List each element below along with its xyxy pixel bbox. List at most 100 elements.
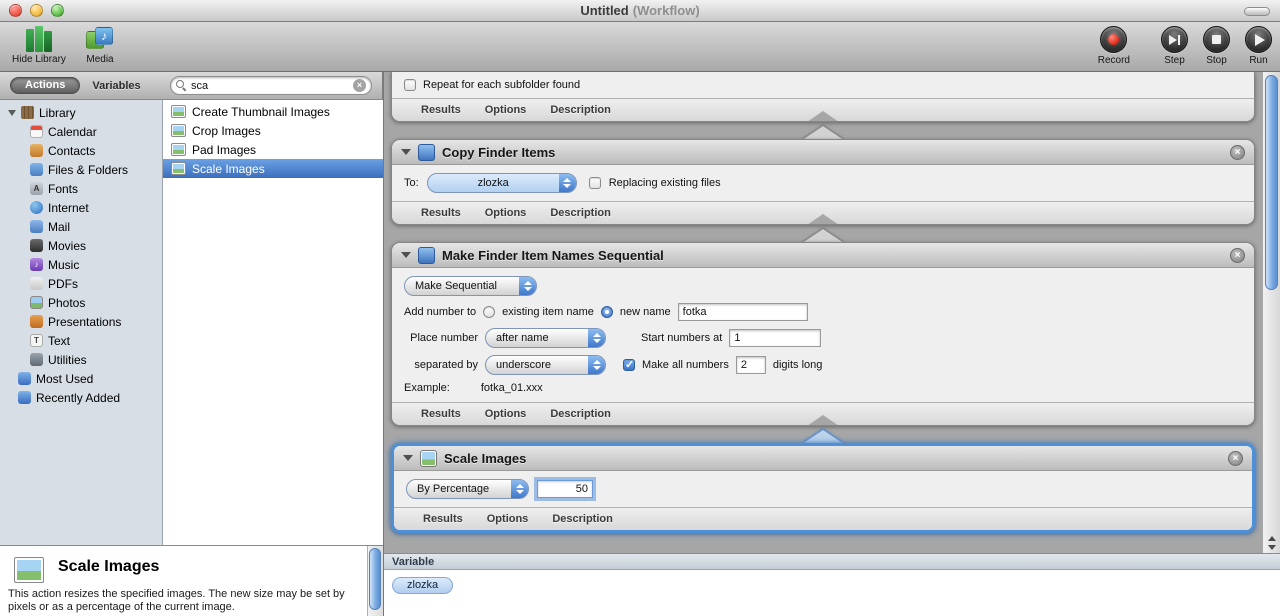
options-link[interactable]: Options bbox=[487, 513, 529, 525]
sidebar-item-mail[interactable]: Mail bbox=[0, 217, 162, 236]
utilities-icon bbox=[30, 353, 43, 366]
action-block-scale-images: Scale Images × By Percentage Results Opt… bbox=[391, 443, 1255, 533]
variable-pill-zlozka[interactable]: zlozka bbox=[392, 577, 454, 594]
description-link[interactable]: Description bbox=[550, 104, 611, 116]
text-icon: T bbox=[30, 334, 43, 347]
sidebar-item-most-used[interactable]: Most Used bbox=[0, 369, 162, 388]
separated-by-popup[interactable]: underscore bbox=[485, 355, 606, 375]
media-button[interactable]: ♪ Media bbox=[84, 26, 116, 65]
popup-arrows-icon bbox=[588, 356, 605, 374]
disclosure-triangle-icon[interactable] bbox=[401, 149, 411, 155]
sidebar-item-library[interactable]: Library bbox=[0, 103, 162, 122]
options-link[interactable]: Options bbox=[485, 408, 527, 420]
photo-action-icon bbox=[171, 143, 186, 156]
place-number-popup[interactable]: after name bbox=[485, 328, 606, 348]
calendar-icon bbox=[30, 125, 43, 138]
results-link[interactable]: Results bbox=[421, 207, 461, 219]
new-name-radio[interactable] bbox=[600, 306, 613, 318]
description-link[interactable]: Description bbox=[550, 408, 611, 420]
sidebar-item-music[interactable]: ♪ Music bbox=[0, 255, 162, 274]
photo-action-icon bbox=[171, 162, 186, 175]
sidebar-item-contacts[interactable]: Contacts bbox=[0, 141, 162, 160]
action-result-pad-images[interactable]: Pad Images bbox=[163, 140, 383, 159]
recently-added-icon bbox=[18, 391, 31, 404]
popup-arrows-icon bbox=[519, 277, 536, 295]
tab-actions[interactable]: Actions bbox=[10, 77, 81, 94]
popup-arrows-icon bbox=[511, 480, 528, 498]
remove-action-button[interactable]: × bbox=[1230, 144, 1245, 160]
connector-notch bbox=[807, 111, 839, 121]
window-title: Untitled (Workflow) bbox=[0, 0, 1280, 22]
disclosure-triangle-icon[interactable] bbox=[401, 252, 411, 258]
library-tab-bar: Actions Variables × bbox=[0, 72, 383, 100]
search-input[interactable] bbox=[191, 79, 349, 92]
record-button[interactable]: Record bbox=[1098, 26, 1130, 66]
library-books-icon bbox=[24, 26, 54, 52]
description-link[interactable]: Description bbox=[550, 207, 611, 219]
search-field[interactable]: × bbox=[170, 76, 372, 95]
sidebar-item-pdfs[interactable]: PDFs bbox=[0, 274, 162, 293]
sidebar-item-photos[interactable]: Photos bbox=[0, 293, 162, 312]
remove-action-button[interactable]: × bbox=[1230, 247, 1245, 263]
sidebar-item-internet[interactable]: Internet bbox=[0, 198, 162, 217]
step-button[interactable]: Step bbox=[1161, 26, 1188, 66]
results-link[interactable]: Results bbox=[421, 408, 461, 420]
options-link[interactable]: Options bbox=[485, 207, 527, 219]
clear-search-icon[interactable]: × bbox=[353, 79, 366, 92]
tab-variables[interactable]: Variables bbox=[92, 80, 140, 92]
window-title-suffix: (Workflow) bbox=[632, 3, 700, 18]
run-button[interactable]: Run bbox=[1245, 26, 1272, 66]
most-used-icon bbox=[18, 372, 31, 385]
run-icon bbox=[1245, 26, 1272, 53]
results-link[interactable]: Results bbox=[423, 513, 463, 525]
sidebar-item-utilities[interactable]: Utilities bbox=[0, 350, 162, 369]
sidebar-item-fonts[interactable]: A Fonts bbox=[0, 179, 162, 198]
description-link[interactable]: Description bbox=[552, 513, 613, 525]
scrollbar-thumb[interactable] bbox=[1265, 75, 1278, 290]
action-result-create-thumbnail-images[interactable]: Create Thumbnail Images bbox=[163, 102, 383, 121]
scale-mode-popup[interactable]: By Percentage bbox=[406, 479, 529, 499]
start-numbers-input[interactable] bbox=[729, 329, 822, 347]
new-name-input[interactable] bbox=[677, 303, 808, 321]
description-scrollbar[interactable] bbox=[367, 546, 383, 616]
action-result-scale-images[interactable]: Scale Images bbox=[163, 159, 383, 178]
existing-item-name-radio[interactable] bbox=[483, 306, 496, 318]
folder-icon bbox=[30, 163, 43, 176]
to-destination-popup[interactable]: zlozka bbox=[426, 173, 577, 193]
disclosure-triangle-icon[interactable] bbox=[403, 455, 413, 461]
sidebar-item-presentations[interactable]: Presentations bbox=[0, 312, 162, 331]
digits-long-input[interactable] bbox=[735, 356, 766, 374]
library-sidebar: Library Calendar Contacts Files & Folder… bbox=[0, 100, 163, 545]
hide-library-button[interactable]: Hide Library bbox=[12, 26, 66, 65]
sidebar-item-calendar[interactable]: Calendar bbox=[0, 122, 162, 141]
sidebar-item-recently-added[interactable]: Recently Added bbox=[0, 388, 162, 407]
scrollbar-arrows bbox=[1263, 536, 1280, 550]
scroll-down-icon[interactable] bbox=[1267, 545, 1276, 550]
toolbar-toggle-button[interactable] bbox=[1244, 7, 1270, 16]
library-icon bbox=[21, 106, 34, 119]
mail-icon bbox=[30, 220, 43, 233]
make-all-numbers-checkbox[interactable] bbox=[623, 358, 635, 371]
action-result-crop-images[interactable]: Crop Images bbox=[163, 121, 383, 140]
make-sequential-popup[interactable]: Make Sequential bbox=[404, 276, 537, 296]
stop-button[interactable]: Stop bbox=[1203, 26, 1230, 66]
action-description-panel: Scale Images This action resizes the spe… bbox=[0, 545, 383, 616]
scroll-up-icon[interactable] bbox=[1267, 536, 1276, 541]
replacing-existing-files-checkbox[interactable] bbox=[588, 177, 601, 189]
scale-percentage-input[interactable] bbox=[537, 480, 593, 498]
options-link[interactable]: Options bbox=[485, 104, 527, 116]
results-link[interactable]: Results bbox=[421, 104, 461, 116]
sidebar-item-text[interactable]: T Text bbox=[0, 331, 162, 350]
sidebar-item-files-folders[interactable]: Files & Folders bbox=[0, 160, 162, 179]
connector-notch bbox=[807, 214, 839, 224]
sequential-options: Make Sequential Add number to existing i… bbox=[392, 268, 1254, 402]
sidebar-item-movies[interactable]: Movies bbox=[0, 236, 162, 255]
popup-arrows-icon bbox=[588, 329, 605, 347]
remove-action-button[interactable]: × bbox=[1228, 450, 1243, 466]
repeat-subfolder-checkbox[interactable] bbox=[404, 79, 416, 91]
disclosure-triangle-icon[interactable] bbox=[8, 109, 16, 116]
scrollbar-thumb[interactable] bbox=[369, 548, 381, 610]
example-filename: fotka_01.xxx bbox=[480, 382, 543, 394]
workflow-scrollbar[interactable] bbox=[1262, 72, 1280, 553]
partial-options-row: Repeat for each subfolder found bbox=[392, 72, 1254, 98]
